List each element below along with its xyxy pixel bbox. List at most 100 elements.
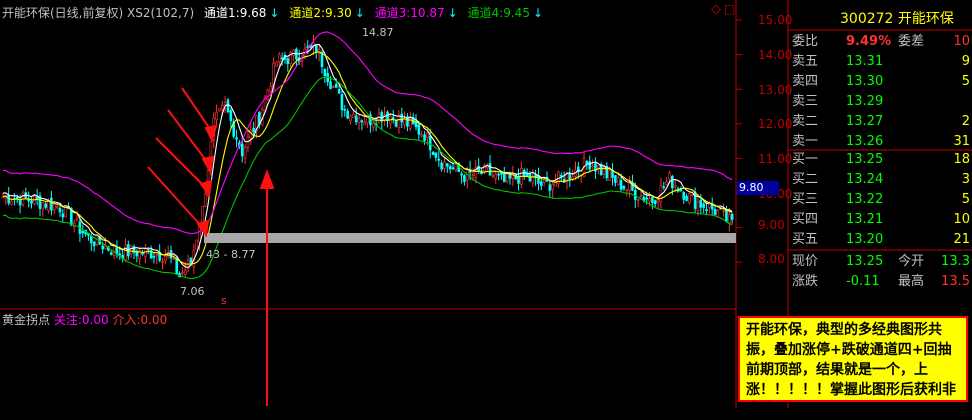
chart-header: 开能环保(日线,前复权) XS2(102,7) 通道1:9.68 ↓ 通道2:9.… — [2, 4, 549, 21]
candle-body — [443, 161, 446, 169]
candle-body — [89, 235, 93, 244]
candle-body — [215, 111, 218, 120]
candle-body — [608, 170, 611, 182]
candle-body — [155, 254, 159, 256]
ask-price: 13.30 — [846, 74, 884, 89]
candle-body — [129, 245, 133, 254]
bid-row[interactable]: 买二 13.24 3 — [790, 170, 972, 190]
candle-body — [414, 121, 418, 128]
bid-row[interactable]: 买四 13.21 10 — [790, 210, 972, 230]
candle-body — [688, 193, 691, 204]
candle-body — [337, 89, 341, 94]
candle-body — [161, 261, 164, 263]
candle-body — [400, 113, 404, 123]
bid-volume: 10 — [953, 212, 970, 227]
change-value: -0.11 — [846, 274, 880, 289]
bid-price: 13.25 — [846, 152, 884, 167]
axis-label: 8.00 — [758, 252, 785, 266]
candle-body — [377, 113, 381, 123]
highlight-bar — [204, 233, 736, 243]
candle-body — [81, 230, 85, 234]
bid-row[interactable]: 买五 13.20 21 — [790, 230, 972, 250]
candle-body — [497, 173, 500, 176]
bid-label: 买四 — [792, 212, 819, 227]
candle-body — [463, 175, 466, 182]
candle-body — [329, 81, 332, 89]
bid-price: 13.22 — [846, 192, 884, 207]
candle-body — [448, 166, 452, 170]
ask-row[interactable]: 卖四 13.30 5 — [790, 72, 972, 92]
candle-body — [505, 173, 509, 182]
candle-body — [525, 173, 529, 177]
ask-price: 13.29 — [846, 94, 884, 109]
channel-2-line — [2, 51, 733, 265]
bid-label: 买三 — [792, 192, 819, 207]
ask-row[interactable]: 卖一 13.26 31 — [790, 132, 972, 152]
candle-body — [423, 134, 426, 142]
candle-body — [471, 174, 475, 176]
low-annotation: 7.06 — [180, 285, 205, 298]
square-icon[interactable]: □ — [724, 2, 735, 16]
channel-4-value: 9.45 — [503, 6, 530, 20]
candle-body — [485, 165, 489, 168]
ask-label: 卖五 — [792, 54, 819, 69]
channel-4-label: 通道4: — [467, 6, 504, 20]
range-annotation: 43 - 8.77 — [206, 248, 256, 261]
candle-body — [352, 113, 355, 118]
down-arrow-icon: ↓ — [447, 6, 458, 20]
diamond-icon[interactable]: ◇ — [711, 2, 721, 17]
candle-body — [488, 163, 492, 176]
candle-body — [47, 201, 50, 211]
candle-body — [229, 110, 233, 121]
candle-body — [636, 199, 640, 201]
bid-row[interactable]: 买一 13.25 18 — [790, 150, 972, 170]
candle-body — [226, 99, 230, 113]
candle-body — [540, 181, 543, 186]
candle-body — [728, 214, 731, 224]
candle-body — [571, 176, 574, 180]
candle-body — [277, 54, 281, 62]
ask-volume: 2 — [961, 114, 970, 129]
ask-label: 卖一 — [792, 134, 819, 149]
annotation-note: 开能环保，典型的多经典图形共振，叠加涨停+跌破通道四+回抽前期顶部，结果就是一个… — [738, 316, 968, 418]
ask-volume: 31 — [953, 134, 970, 149]
axis-label: 9.00 — [758, 218, 785, 232]
candle-body — [343, 109, 347, 111]
channel-3-label: 通道3: — [374, 6, 411, 20]
candle-body — [349, 115, 352, 122]
sub-indicator-header: 黄金拐点 关注:0.00 介入:0.00 — [2, 311, 167, 328]
down-arrow-icon: ↓ — [269, 6, 280, 20]
ask-row[interactable]: 卖五 13.31 9 — [790, 52, 972, 72]
candle-body — [588, 161, 592, 170]
candle-body — [426, 132, 429, 138]
candle-body — [708, 203, 711, 208]
candle-body — [437, 158, 441, 161]
price-tag: 9.80 — [737, 181, 779, 195]
candle-body — [183, 269, 187, 275]
channel-4: 通道4:9.45 ↓ — [468, 6, 543, 20]
current-label: 现价 — [792, 254, 819, 269]
channel-3-line — [2, 31, 733, 235]
enter-value: 0.00 — [140, 313, 168, 327]
ask-row[interactable]: 卖二 13.27 2 — [790, 112, 972, 132]
channel-2-value: 9.30 — [325, 6, 352, 20]
current-value: 13.25 — [846, 254, 884, 269]
candle-body — [124, 244, 127, 261]
candle-body — [417, 124, 421, 135]
bid-price: 13.20 — [846, 232, 884, 247]
candle-body — [551, 183, 555, 190]
chart-title: 开能环保(日线,前复权) XS2(102,7) — [2, 6, 195, 20]
candle-body — [639, 195, 643, 197]
candle-body — [713, 208, 717, 215]
candle-body — [269, 86, 273, 92]
candle-body — [671, 176, 674, 189]
candle-body — [357, 118, 361, 123]
candle-body — [363, 121, 367, 126]
ask-row[interactable]: 卖三 13.29 — [790, 92, 972, 112]
candle-body — [152, 256, 156, 258]
candle-body — [203, 194, 207, 207]
bid-row[interactable]: 买三 13.22 5 — [790, 190, 972, 210]
change-row: 涨跌 -0.11 最高 13.5 — [790, 272, 972, 292]
candle-body — [175, 258, 179, 274]
candle-body — [434, 152, 438, 158]
